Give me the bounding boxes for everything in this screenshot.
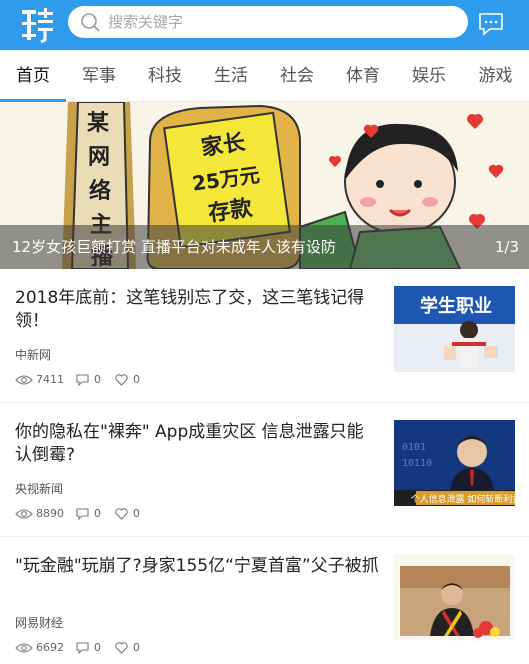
comment-count[interactable]: 0: [76, 507, 106, 521]
eye-icon: [15, 375, 33, 385]
news-title[interactable]: 2018年底前：这笔钱别忘了交，这三笔钱记得领！: [15, 287, 380, 333]
news-thumbnail[interactable]: [394, 554, 515, 640]
tab-home[interactable]: 首页: [0, 50, 66, 102]
banner-art-char: 网: [88, 145, 110, 170]
news-item[interactable]: "玩金融"玩崩了?身家155亿“宁夏首富”父子被抓 网易财经 6692 0 0: [0, 537, 529, 664]
app-logo[interactable]: [20, 6, 56, 44]
tab-entertainment[interactable]: 娱乐: [396, 50, 462, 102]
search-icon: [81, 13, 100, 32]
search-bar[interactable]: 搜索关键字: [68, 6, 468, 38]
tab-games[interactable]: 游戏: [462, 50, 529, 102]
view-count: 7411: [15, 373, 75, 387]
like-count[interactable]: 0: [115, 641, 145, 655]
eye-icon: [15, 643, 33, 653]
news-thumbnail[interactable]: 0101 10110 个人信息泄露 如何斩断利益: [394, 420, 515, 506]
thumbnail-art-text: 10110: [402, 458, 432, 469]
banner-page-indicator: 1/3: [494, 238, 519, 256]
comment-count[interactable]: 0: [76, 373, 106, 387]
message-icon[interactable]: [478, 12, 504, 36]
like-count[interactable]: 0: [115, 373, 145, 387]
thumbnail-caption: 个人信息泄露 如何斩断利益: [411, 493, 515, 505]
comment-icon: [76, 508, 89, 520]
view-count: 6692: [15, 641, 75, 655]
eye-icon: [15, 509, 33, 519]
news-item[interactable]: 2018年底前：这笔钱别忘了交，这三笔钱记得领！ 中新网 7411 0 0 学生…: [0, 269, 529, 403]
heart-icon: [115, 508, 128, 520]
top-bar: 搜索关键字: [0, 0, 529, 50]
comment-icon: [76, 374, 89, 386]
category-tabs: 首页 军事 科技 生活 社会 体育 娱乐 游戏: [0, 50, 529, 102]
news-source: 网易财经: [15, 616, 64, 630]
banner-art-char: 某: [87, 110, 109, 136]
news-title[interactable]: 你的隐私在"裸奔" App成重灾区 信息泄露只能认倒霉?: [15, 421, 380, 467]
tab-sports[interactable]: 体育: [330, 50, 396, 102]
news-source: 央视新闻: [15, 482, 64, 496]
tab-tech[interactable]: 科技: [132, 50, 198, 102]
search-input[interactable]: 搜索关键字: [108, 12, 183, 32]
tab-society[interactable]: 社会: [264, 50, 330, 102]
news-thumbnail[interactable]: 学生职业: [394, 286, 515, 372]
thumbnail-art-text: 0101: [402, 442, 426, 453]
news-source: 中新网: [15, 348, 52, 362]
tab-life[interactable]: 生活: [198, 50, 264, 102]
tab-military[interactable]: 军事: [66, 50, 132, 102]
banner-art-char: 络: [89, 178, 111, 204]
like-count[interactable]: 0: [115, 507, 145, 521]
comment-icon: [76, 642, 89, 654]
heart-icon: [115, 642, 128, 654]
comment-count[interactable]: 0: [76, 641, 106, 655]
heart-icon: [115, 374, 128, 386]
thumbnail-caption: 学生职业: [420, 295, 492, 317]
view-count: 8890: [15, 507, 75, 521]
news-item[interactable]: 你的隐私在"裸奔" App成重灾区 信息泄露只能认倒霉? 央视新闻 8890 0…: [0, 403, 529, 537]
news-title[interactable]: "玩金融"玩崩了?身家155亿“宁夏首富”父子被抓: [15, 555, 380, 578]
banner-caption[interactable]: 12岁女孩巨额打赏 直播平台对未成年人该有设防: [12, 236, 336, 258]
